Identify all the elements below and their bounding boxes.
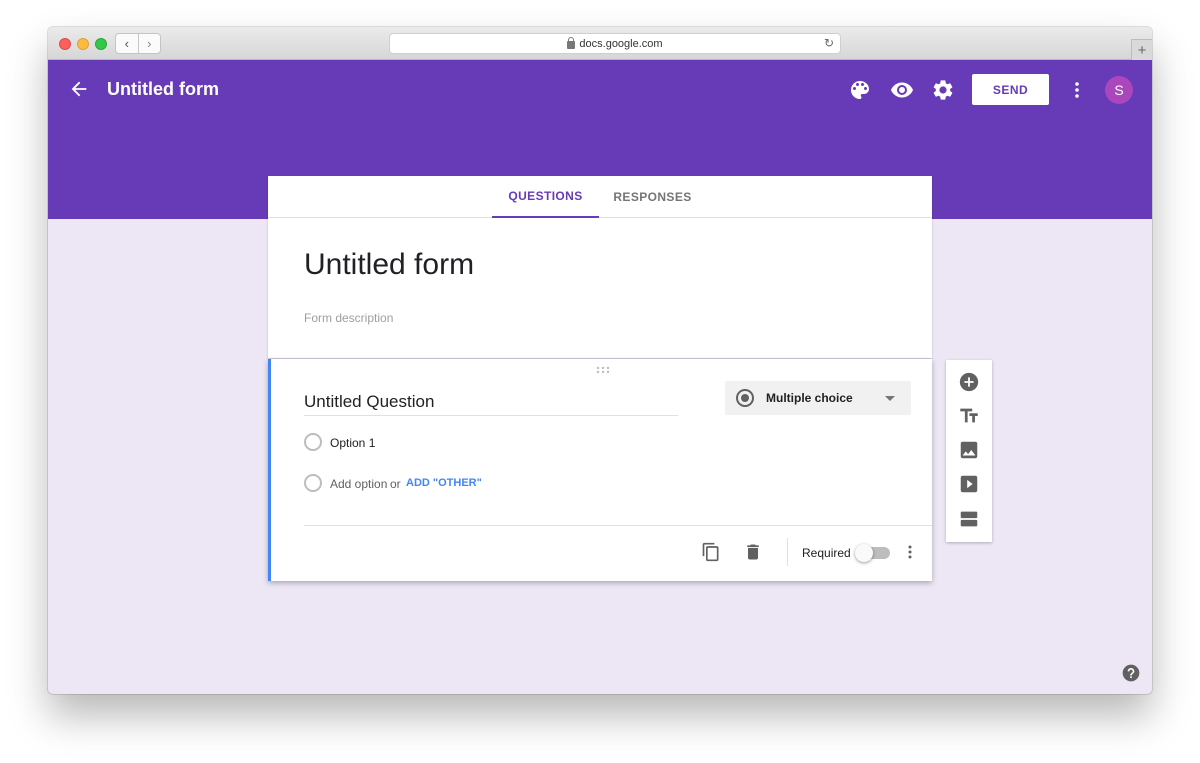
browser-toolbar: ‹ › docs.google.com ↻ + (48, 27, 1152, 60)
lock-icon (567, 36, 576, 49)
duplicate-icon[interactable] (701, 542, 721, 562)
title-text-icon[interactable] (958, 405, 980, 427)
header-form-title[interactable]: Untitled form (107, 79, 219, 100)
footer-vertical-divider (787, 538, 788, 566)
eye-icon[interactable] (890, 78, 914, 102)
or-text: or (390, 477, 401, 491)
tab-questions[interactable]: QUESTIONS (492, 176, 599, 218)
history-nav: ‹ › (115, 33, 161, 54)
image-icon[interactable] (958, 439, 980, 461)
option-text[interactable]: Option 1 (330, 436, 375, 450)
add-question-icon[interactable] (958, 371, 980, 393)
radio-button-icon (736, 389, 754, 407)
add-option-radio-icon (304, 474, 322, 492)
drag-handle-icon[interactable] (595, 365, 611, 375)
zoom-window-button[interactable] (95, 38, 107, 50)
question-type-dropdown[interactable]: Multiple choice (725, 381, 911, 415)
help-icon[interactable] (1121, 663, 1141, 683)
browser-window: ‹ › docs.google.com ↻ + Untitled form SE… (48, 27, 1152, 694)
add-other-link[interactable]: ADD "OTHER" (406, 477, 482, 489)
question-footer-divider (304, 525, 932, 526)
form-description-input[interactable]: Form description (304, 311, 393, 325)
new-tab-button[interactable]: + (1131, 39, 1152, 60)
reload-icon[interactable]: ↻ (824, 36, 834, 50)
more-vert-icon[interactable] (1065, 78, 1089, 102)
browser-back-button[interactable]: ‹ (116, 34, 139, 53)
close-window-button[interactable] (59, 38, 71, 50)
more-vert-icon[interactable] (900, 542, 920, 562)
arrow-back-icon[interactable] (68, 78, 90, 100)
browser-forward-button[interactable]: › (139, 34, 161, 53)
question-type-label: Multiple choice (766, 391, 853, 405)
tab-responses[interactable]: RESPONSES (599, 176, 706, 218)
form-header-card: QUESTIONS RESPONSES Untitled form Form d… (268, 176, 932, 358)
question-title-input[interactable]: Untitled Question (304, 392, 678, 416)
address-bar[interactable]: docs.google.com ↻ (389, 33, 841, 54)
add-option-link[interactable]: Add option (330, 477, 387, 491)
palette-icon[interactable] (848, 78, 872, 102)
trash-icon[interactable] (743, 542, 763, 562)
address-text: docs.google.com (579, 37, 663, 50)
question-card[interactable]: Untitled Question Multiple choice Option… (268, 359, 932, 581)
required-toggle[interactable] (855, 544, 890, 562)
required-label: Required (802, 546, 851, 560)
video-icon[interactable] (958, 473, 980, 495)
minimize-window-button[interactable] (77, 38, 89, 50)
tab-bar: QUESTIONS RESPONSES (268, 176, 932, 218)
dropdown-arrow-icon (885, 396, 895, 401)
avatar[interactable]: S (1105, 76, 1133, 104)
form-title[interactable]: Untitled form (304, 248, 474, 282)
gear-icon[interactable] (931, 78, 955, 102)
send-button[interactable]: SEND (972, 74, 1049, 105)
section-icon[interactable] (958, 508, 980, 530)
option-radio-icon (304, 433, 322, 451)
floating-toolbar (946, 360, 992, 542)
toggle-knob (855, 544, 873, 562)
